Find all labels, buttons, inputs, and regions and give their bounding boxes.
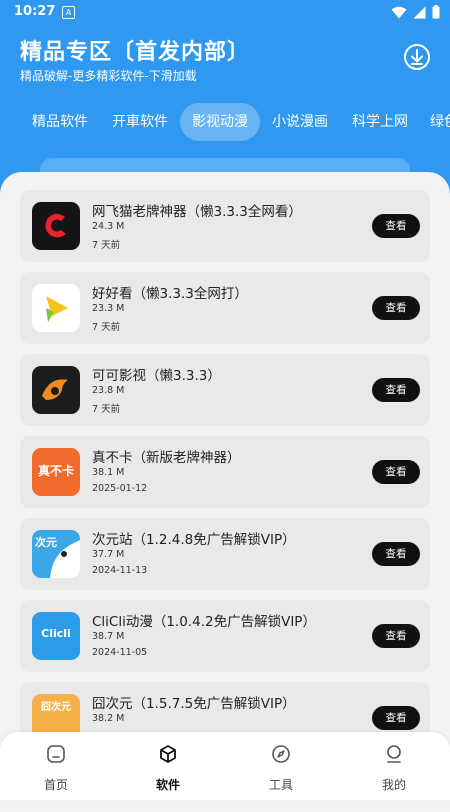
app-date: 7 天前: [92, 404, 121, 415]
app-card[interactable]: 次元 次元站（1.2.4.8免广告解锁VIP） 37.7 M 2024-11-1…: [20, 518, 430, 590]
app-icon-text: 真不卡: [37, 464, 74, 478]
view-button[interactable]: 查看: [372, 296, 420, 320]
app-icon-text: 囧次元: [41, 702, 71, 713]
header: 10:27 A 精品专区〔首发内部〕 精品破解-更多精彩软件-下滑加载 精品软件…: [0, 0, 450, 200]
clicli-app-icon: Clicli: [32, 612, 80, 660]
box-icon: [160, 745, 176, 763]
bottom-nav: 首页 软件 工具 我的: [0, 732, 450, 800]
view-button[interactable]: 查看: [372, 460, 420, 484]
tab-driving-software[interactable]: 开車软件: [100, 103, 180, 141]
view-button[interactable]: 查看: [372, 542, 420, 566]
nav-label: 首页: [43, 778, 68, 792]
app-size: 23.3 M: [92, 303, 125, 314]
download-icon[interactable]: [402, 42, 432, 72]
nav-home[interactable]: 首页: [0, 732, 112, 800]
notification-app-icon: A: [62, 6, 75, 19]
app-card[interactable]: 可可影视（懒3.3.3） 23.8 M 7 天前 查看: [20, 354, 430, 426]
app-size: 23.8 M: [92, 385, 125, 396]
app-size: 38.2 M: [92, 713, 125, 724]
app-size: 38.7 M: [92, 631, 125, 642]
content-sheet: 网飞猫老牌神器（懒3.3.3全网看） 24.3 M 7 天前 查看 好好看（懒3…: [0, 172, 450, 812]
status-time: 10:27: [14, 4, 56, 19]
app-card[interactable]: 好好看（懒3.3.3全网打） 23.3 M 7 天前 查看: [20, 272, 430, 344]
compass-icon: [272, 745, 290, 763]
view-button[interactable]: 查看: [372, 706, 420, 730]
page-title: 精品专区〔首发内部〕: [20, 40, 251, 65]
app-size: 38.1 M: [92, 467, 125, 478]
app-size: 24.3 M: [92, 221, 125, 232]
ciyuanzhan-app-icon: 次元: [32, 530, 80, 578]
app-name: 次元站（1.2.4.8免广告解锁VIP）: [92, 532, 296, 548]
status-icons: [391, 5, 440, 19]
tab-film-animation[interactable]: 影视动漫: [180, 103, 260, 141]
app-name: 囧次元（1.5.7.5免广告解锁VIP）: [92, 696, 296, 712]
app-name: 网飞猫老牌神器（懒3.3.3全网看）: [92, 204, 302, 220]
app-card[interactable]: Clicli CliCli动漫（1.0.4.2免广告解锁VIP） 38.7 M …: [20, 600, 430, 672]
battery-icon: [432, 5, 440, 19]
nav-label: 我的: [381, 778, 406, 792]
tab-premium-software[interactable]: 精品软件: [20, 103, 100, 141]
nav-tools[interactable]: 工具: [225, 732, 337, 800]
app-date: 7 天前: [92, 240, 121, 251]
app-name: 好好看（懒3.3.3全网打）: [92, 286, 248, 302]
category-tabs: 精品软件 开車软件 影视动漫 小说漫画 科学上网 绿色: [0, 103, 450, 141]
wifi-icon: [391, 6, 407, 18]
app-icon-text: 次元: [35, 536, 57, 549]
app-card[interactable]: 网飞猫老牌神器（懒3.3.3全网看） 24.3 M 7 天前 查看: [20, 190, 430, 262]
nav-label: 工具: [268, 778, 293, 792]
nav-software[interactable]: 软件: [112, 732, 224, 800]
status-bar: 10:27 A: [0, 0, 450, 24]
nav-mine[interactable]: 我的: [338, 732, 450, 800]
haohaokan-app-icon: [32, 284, 80, 332]
netflix-cat-app-icon: [32, 202, 80, 250]
app-size: 37.7 M: [92, 549, 125, 560]
keke-video-app-icon: [32, 366, 80, 414]
signal-icon: [413, 6, 426, 18]
view-button[interactable]: 查看: [372, 378, 420, 402]
zhenbuka-app-icon: 真不卡: [32, 448, 80, 496]
app-name: 可可影视（懒3.3.3）: [92, 368, 221, 384]
view-button[interactable]: 查看: [372, 214, 420, 238]
view-button[interactable]: 查看: [372, 624, 420, 648]
app-card[interactable]: 真不卡 真不卡（新版老牌神器） 38.1 M 2025-01-12 查看: [20, 436, 430, 508]
page-subtitle: 精品破解-更多精彩软件-下滑加载: [20, 69, 197, 83]
tab-novels-comics[interactable]: 小说漫画: [260, 103, 340, 141]
app-name: CliCli动漫（1.0.4.2免广告解锁VIP）: [92, 614, 316, 630]
app-date: 2024-11-13: [92, 565, 148, 576]
home-icon: [47, 745, 65, 763]
tab-vpn[interactable]: 科学上网: [340, 103, 420, 141]
nav-label: 软件: [155, 778, 180, 792]
app-icon-text: Clicli: [41, 627, 71, 640]
app-name: 真不卡（新版老牌神器）: [92, 450, 241, 466]
app-date: 7 天前: [92, 322, 121, 333]
tab-green[interactable]: 绿色: [430, 103, 450, 141]
app-date: 2025-01-12: [92, 483, 148, 494]
app-date: 2024-11-05: [92, 647, 148, 658]
user-icon: [387, 745, 401, 763]
